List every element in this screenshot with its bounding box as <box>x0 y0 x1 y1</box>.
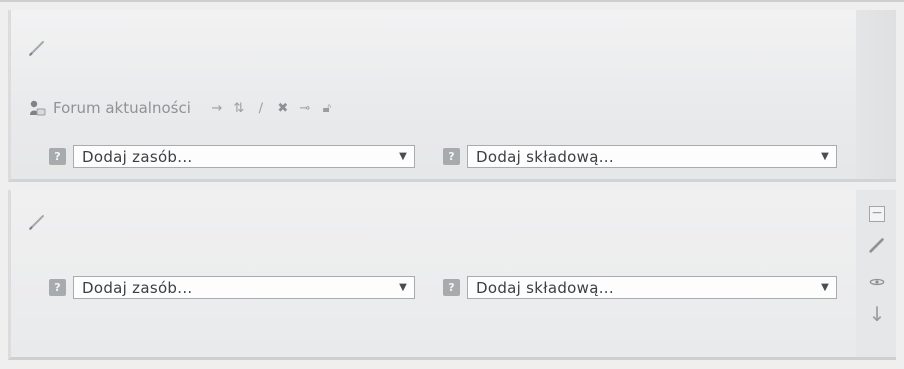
move-updown-icon[interactable]: ⇅ <box>231 101 247 116</box>
add-resource-select[interactable]: Dodaj zasób... ▼ <box>73 276 415 299</box>
add-component-value: Dodaj składową... <box>476 147 614 166</box>
add-resource-value: Dodaj zasób... <box>82 278 193 297</box>
chevron-down-icon: ▼ <box>821 282 829 293</box>
help-icon-component[interactable]: ? <box>443 279 460 296</box>
section-right-gutter <box>856 10 896 179</box>
edit-section-summary-icon[interactable] <box>27 38 47 58</box>
edit-section-summary-icon[interactable] <box>27 212 47 232</box>
chevron-down-icon: ▼ <box>821 151 829 162</box>
add-component-value: Dodaj składową... <box>476 278 614 297</box>
add-component-select[interactable]: Dodaj składową... ▼ <box>467 145 837 168</box>
forum-link[interactable]: Forum aktualności <box>53 99 191 117</box>
hide-icon[interactable]: ⊸ <box>297 101 313 116</box>
section-tools: − ↓ <box>862 206 892 324</box>
chevron-down-icon: ▼ <box>399 151 407 162</box>
help-icon-resource[interactable]: ? <box>49 279 66 296</box>
add-resource-select[interactable]: Dodaj zasób... ▼ <box>73 145 415 168</box>
course-section-1: Forum aktualności → ⇅ ∕ ✖ ⊸ 🔓︎ ? Dodaj z… <box>8 10 896 182</box>
edit-icon[interactable] <box>868 236 886 258</box>
add-component-select[interactable]: Dodaj składową... ▼ <box>467 276 837 299</box>
course-frame: Forum aktualności → ⇅ ∕ ✖ ⊸ 🔓︎ ? Dodaj z… <box>0 0 904 369</box>
chevron-down-icon: ▼ <box>399 282 407 293</box>
activity-row-forum: Forum aktualności → ⇅ ∕ ✖ ⊸ 🔓︎ <box>27 96 335 120</box>
hide-icon[interactable] <box>868 272 886 291</box>
delete-icon[interactable]: ✖ <box>275 101 291 116</box>
move-right-icon[interactable]: → <box>209 101 225 116</box>
edit-icon[interactable]: ∕ <box>253 101 269 116</box>
unlock-icon[interactable]: 🔓︎ <box>319 101 335 116</box>
forum-icon <box>27 98 47 118</box>
move-down-icon[interactable]: ↓ <box>869 304 886 324</box>
collapse-icon[interactable]: − <box>869 206 885 222</box>
add-resource-value: Dodaj zasób... <box>82 147 193 166</box>
course-section-2: ? Dodaj zasób... ▼ ? Dodaj składową... ▼… <box>8 190 896 360</box>
help-icon-component[interactable]: ? <box>443 148 460 165</box>
help-icon-resource[interactable]: ? <box>49 148 66 165</box>
